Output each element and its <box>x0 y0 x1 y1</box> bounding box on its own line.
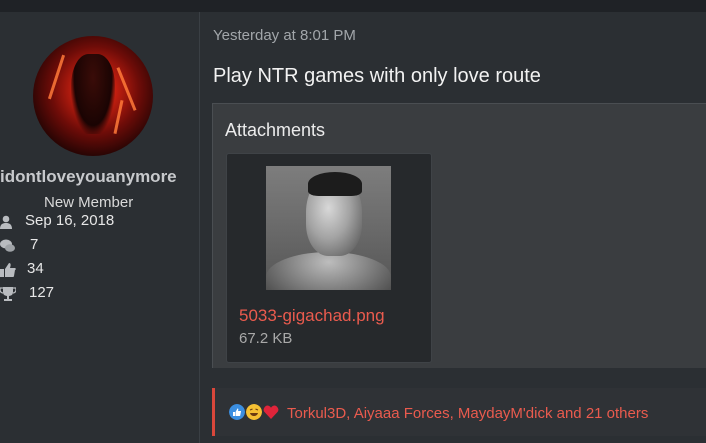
post-timestamp[interactable]: Yesterday at 8:01 PM <box>213 27 356 44</box>
post-content: Yesterday at 8:01 PM Play NTR games with… <box>200 12 706 443</box>
message-count: 7 <box>30 236 39 253</box>
stat-points: 127 <box>0 284 199 304</box>
stat-joined: Sep 16, 2018 <box>0 212 199 232</box>
top-bar <box>0 0 706 12</box>
laugh-icon <box>246 404 262 420</box>
attachment-thumbnail[interactable] <box>266 166 391 290</box>
post-message: Play NTR games with only love route <box>213 65 541 87</box>
attachment-filename[interactable]: 5033-gigachad.png <box>239 306 385 326</box>
thumbs-up-icon <box>0 263 16 277</box>
attachments-title: Attachments <box>225 120 326 140</box>
attachments-block: Attachments 5033-gigachad.png 67.2 KB <box>212 103 706 368</box>
joined-date: Sep 16, 2018 <box>25 212 115 229</box>
avatar[interactable] <box>33 36 153 156</box>
username-link[interactable]: idontloveyouanymore <box>0 167 177 187</box>
attachment-size: 67.2 KB <box>239 330 293 347</box>
attachment-card[interactable]: 5033-gigachad.png 67.2 KB <box>226 153 432 363</box>
trophy-icon <box>0 287 16 301</box>
trophy-points: 127 <box>29 284 55 301</box>
thumbnail-shoulders <box>266 252 391 290</box>
user-sidebar: idontloveyouanymore New Member Sep 16, 2… <box>0 12 200 443</box>
lightning-decoration <box>47 54 66 100</box>
avatar-figure <box>71 54 115 134</box>
comments-icon <box>0 239 15 252</box>
user-title: New Member <box>44 194 134 211</box>
heart-icon <box>263 405 279 419</box>
thumbnail-hair <box>308 172 362 196</box>
like-icon <box>229 404 245 420</box>
reactions-bar[interactable]: Torkul3D, Aiyaaa Forces, MaydayM'dick an… <box>212 388 706 436</box>
stat-reactions: 34 <box>0 260 199 280</box>
reactions-list[interactable]: Torkul3D, Aiyaaa Forces, MaydayM'dick an… <box>287 405 648 422</box>
user-icon <box>0 215 12 229</box>
reaction-score: 34 <box>27 260 44 277</box>
stat-messages: 7 <box>0 236 199 256</box>
